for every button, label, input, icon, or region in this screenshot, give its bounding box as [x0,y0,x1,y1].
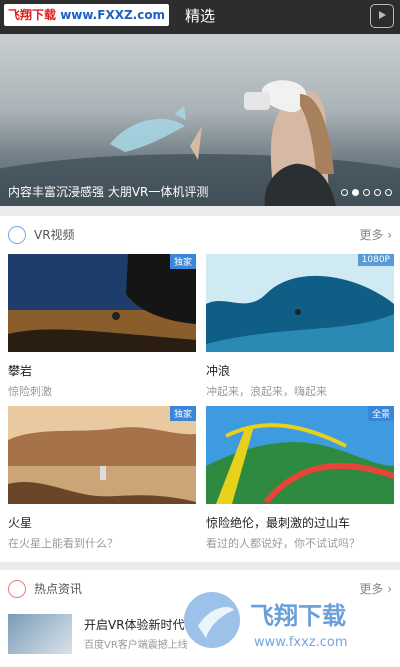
carousel-dot-active[interactable] [352,189,359,196]
video-thumbnail: 全景 [206,406,394,504]
banner-image [0,80,400,206]
top-bar: 飞翔下载 www.FXXZ.com 精选 [0,0,400,34]
rollercoaster-image [206,406,394,504]
climbing-image [8,254,196,352]
carousel-dots[interactable] [341,189,392,196]
watermark-image: 飞翔下载 www.fxxz.com [184,592,348,650]
video-card-climbing[interactable]: 独家 攀岩 惊险刺激 [8,254,196,399]
news-title: 开启VR体验新时代 [84,618,185,632]
carousel-dot[interactable] [363,189,370,196]
more-link[interactable]: 更多 › [359,226,392,243]
card-title: 惊险绝伦，最刺激的过山车 [206,516,351,530]
video-card-rollercoaster[interactable]: 全景 惊险绝伦，最刺激的过山车 看过的人都说好，你不试试吗？ [206,406,394,551]
video-library-icon[interactable] [370,4,394,28]
card-title: 攀岩 [8,364,33,378]
video-card-mars[interactable]: 独家 火星 在火星上能看到什么？ [8,406,196,551]
svg-text:飞翔下载: 飞翔下载 [250,602,346,630]
card-tag: 独家 [169,254,196,269]
section-header: VR视频 更多 › [0,216,400,256]
vr-video-icon [8,226,26,244]
video-card-surfing[interactable]: 1080P 冲浪 冲起来，浪起来，嗨起来 [206,254,394,399]
section-title: 热点资讯 [34,582,83,596]
carousel-dot[interactable] [341,189,348,196]
surfing-image [206,254,394,352]
news-subtitle: 百度VR客户端震撼上线 [84,640,188,651]
banner-caption: 内容丰富沉浸感强 大朋VR一体机评测 [8,185,209,199]
mars-image [8,406,196,504]
hero-banner[interactable]: 内容丰富沉浸感强 大朋VR一体机评测 [0,34,400,206]
card-tag: 全景 [367,406,394,421]
card-subtitle: 冲起来，浪起来，嗨起来 [206,385,327,398]
video-thumbnail: 1080P [206,254,394,352]
video-thumbnail: 独家 [8,254,196,352]
card-title: 火星 [8,516,33,530]
news-thumbnail [8,614,72,654]
svg-text:www.fxxz.com: www.fxxz.com [254,635,348,650]
card-tag: 独家 [169,406,196,421]
carousel-dot[interactable] [385,189,392,196]
card-tag: 1080P [357,254,394,266]
video-thumbnail: 独家 [8,406,196,504]
page-title: 精选 [184,7,215,25]
card-subtitle: 看过的人都说好，你不试试吗？ [206,537,360,550]
section-title: VR视频 [34,228,75,242]
hot-news-icon [8,580,26,598]
card-subtitle: 惊险刺激 [8,385,52,398]
watermark-logo: 飞翔下载 www.fxxz.com [180,586,390,656]
card-title: 冲浪 [206,364,231,378]
carousel-dot[interactable] [374,189,381,196]
vr-video-section: VR视频 更多 › 独家 攀岩 惊险刺激 1080P 冲浪 冲起来，浪起来，嗨起… [0,216,400,562]
card-subtitle: 在火星上能看到什么？ [8,537,118,550]
